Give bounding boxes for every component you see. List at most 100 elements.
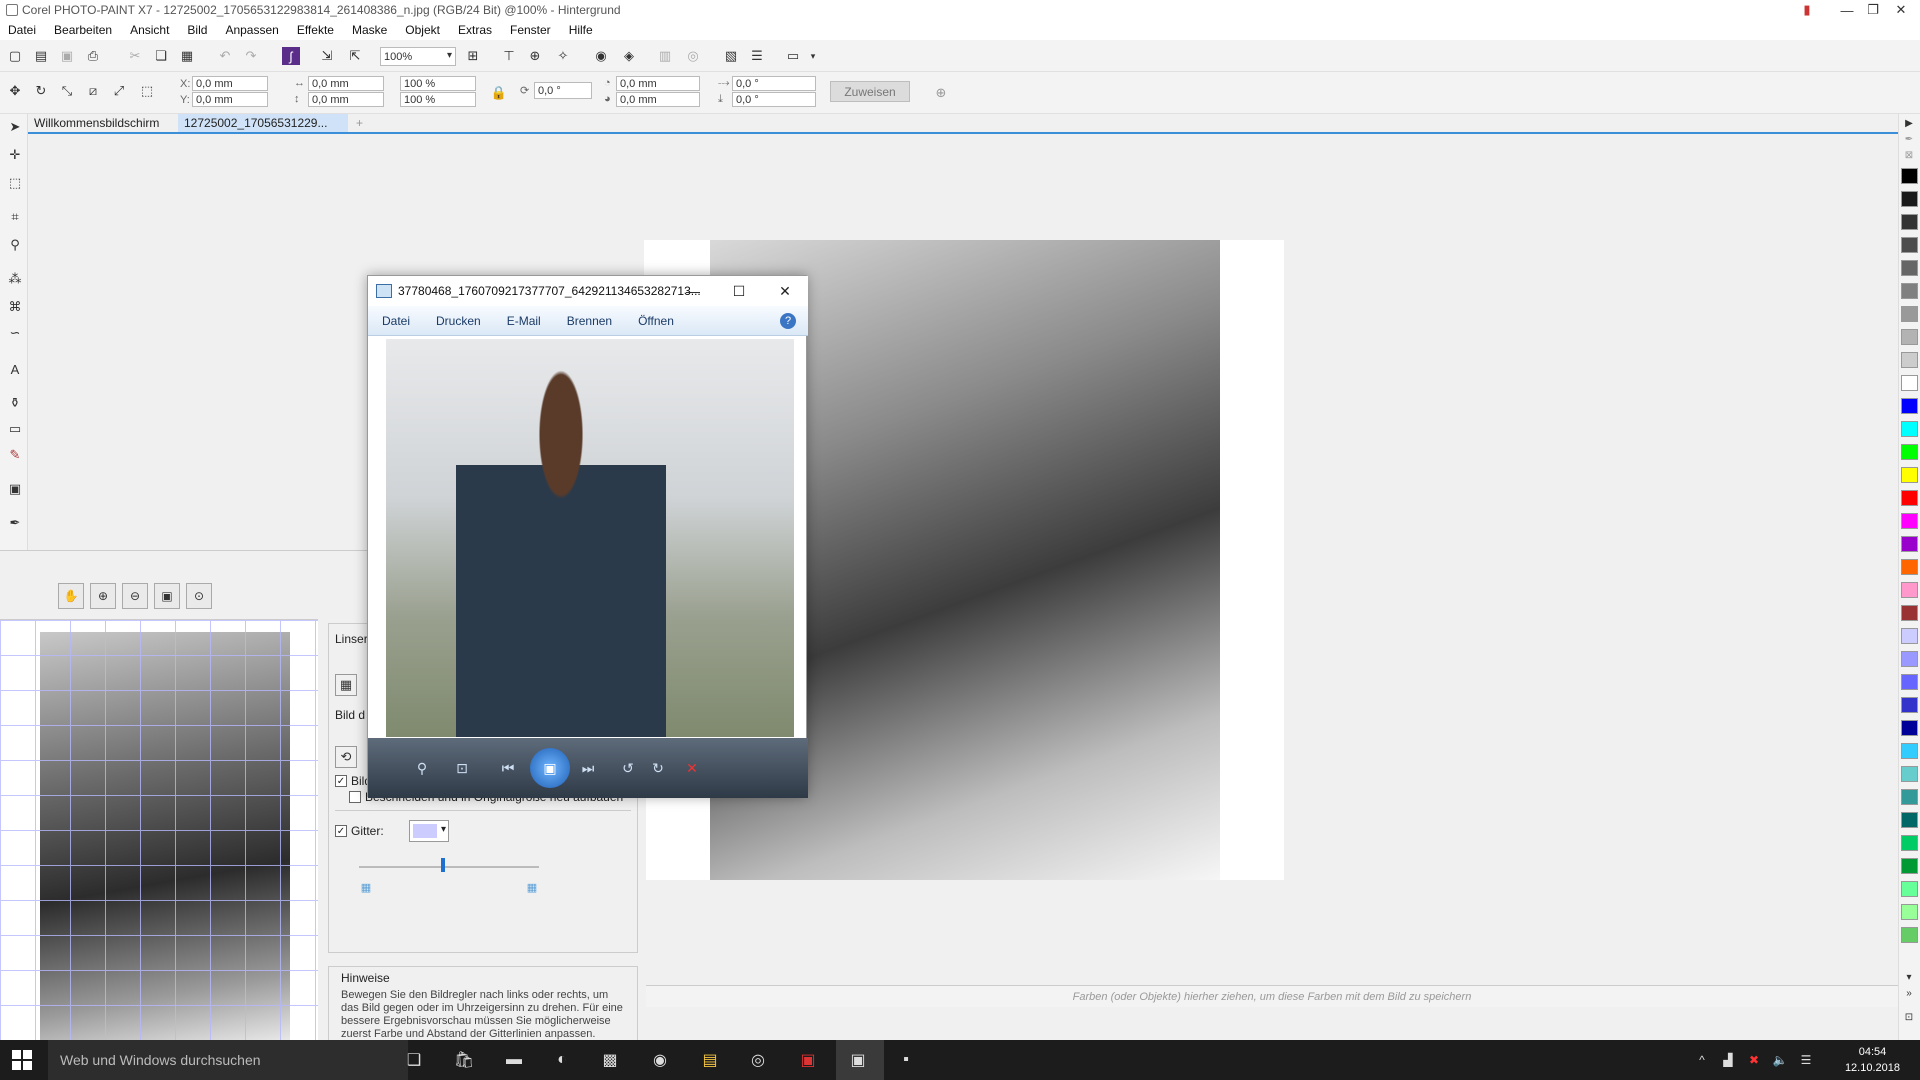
zoom-out-icon[interactable]: ⊖ <box>122 583 148 609</box>
palette-swatch[interactable] <box>1901 283 1918 299</box>
close-button[interactable]: ✕ <box>1888 0 1914 20</box>
rotation-field[interactable]: 0,0 ° <box>534 82 592 99</box>
copy-icon[interactable]: ❏ <box>152 47 170 65</box>
skew-mode-icon[interactable]: ⧄ <box>84 82 102 100</box>
zoom-in-icon[interactable]: ⊕ <box>90 583 116 609</box>
redeye-tool-icon[interactable]: ⁂ <box>6 270 24 288</box>
image-sprayer-icon[interactable]: ▧ <box>722 47 740 65</box>
fit-view-icon[interactable]: ⊞ <box>464 47 482 65</box>
palette-swatch[interactable] <box>1901 444 1918 460</box>
photo-viewer-taskbar-icon[interactable]: ▣ <box>846 1048 870 1072</box>
tab-welcome[interactable]: Willkommensbildschirm <box>28 114 178 132</box>
distort-mode-icon[interactable]: ⤢ <box>110 82 128 100</box>
scale-mode-icon[interactable]: ⤡ <box>58 82 76 100</box>
guidelines-icon[interactable]: ⊕ <box>526 47 544 65</box>
position-mode-icon[interactable]: ✥ <box>6 82 24 100</box>
fill-tool-icon[interactable]: ⚱ <box>6 394 24 412</box>
palette-swatch[interactable] <box>1901 559 1918 575</box>
grid-color-picker[interactable]: ▾ <box>409 820 449 842</box>
photo-app-icon[interactable]: ▩ <box>598 1048 622 1072</box>
network-icon[interactable]: ▟ <box>1716 1048 1740 1072</box>
export-icon[interactable]: ⇱ <box>346 47 364 65</box>
palette-eyedropper-icon[interactable]: ✒ <box>1901 132 1917 146</box>
palette-swatch[interactable] <box>1901 789 1918 805</box>
palette-menu-icon[interactable]: ▶ <box>1901 116 1917 130</box>
rulers-icon[interactable]: ⊤ <box>500 47 518 65</box>
color-app-icon[interactable]: ◐ <box>550 1048 574 1072</box>
fit-icon[interactable]: ▣ <box>154 583 180 609</box>
perspective-mode-icon[interactable]: ⬚ <box>138 82 156 100</box>
photo-viewer-window[interactable]: 37780468_1760709217377707_64292113465328… <box>367 275 808 798</box>
palette-swatch[interactable] <box>1901 421 1918 437</box>
menu-datei[interactable]: Datei <box>8 23 36 37</box>
grid-checkbox[interactable]: ✓ Gitter: <box>335 824 384 838</box>
restore-button[interactable]: ❐ <box>1860 0 1886 20</box>
lens-icon[interactable]: ◎ <box>684 47 702 65</box>
corel-connect-icon[interactable]: ʃ <box>282 47 300 65</box>
palette-swatch[interactable] <box>1901 743 1918 759</box>
undo-icon[interactable]: ↶ <box>216 47 234 65</box>
minimize-button[interactable]: — <box>1834 0 1860 20</box>
rotate-left-icon[interactable]: ↺ <box>614 756 642 780</box>
notification-alert-icon[interactable]: ✖ <box>1742 1048 1766 1072</box>
help-icon[interactable]: ? <box>780 313 796 329</box>
save-icon[interactable]: ▣ <box>58 47 76 65</box>
import-icon[interactable]: ⇲ <box>318 47 336 65</box>
user-icon[interactable]: ▮ <box>1794 0 1820 20</box>
new-tab-icon[interactable]: + <box>350 114 372 132</box>
taskbar-clock[interactable]: 04:54 12.10.2018 <box>1845 1044 1900 1076</box>
slider-thumb[interactable] <box>441 858 445 872</box>
palette-swatch[interactable] <box>1901 858 1918 874</box>
viewer-menu-email[interactable]: E-Mail <box>507 314 541 328</box>
action-center-icon[interactable]: ☰ <box>1794 1048 1818 1072</box>
menu-bild[interactable]: Bild <box>187 23 207 37</box>
menu-maske[interactable]: Maske <box>352 23 387 37</box>
preview-pane[interactable] <box>0 619 318 1041</box>
palette-swatch[interactable] <box>1901 352 1918 368</box>
palette-swatch[interactable] <box>1901 260 1918 276</box>
paint-tool-icon[interactable]: ✎ <box>6 446 24 464</box>
grid-spacing-slider[interactable] <box>359 866 539 868</box>
palette-swatch[interactable] <box>1901 168 1918 184</box>
text-tool-icon[interactable]: A <box>6 360 24 378</box>
rectangle-mask-tool-icon[interactable]: ⬚ <box>6 174 24 192</box>
center-y-field[interactable]: 0,0 mm <box>616 92 700 107</box>
width-field[interactable]: 0,0 mm <box>308 76 384 91</box>
palette-swatch[interactable] <box>1901 306 1918 322</box>
zoom-tool-icon[interactable]: ⚲ <box>6 236 24 254</box>
pick-tool-icon[interactable]: ➤ <box>6 118 24 136</box>
redo-icon[interactable]: ↷ <box>242 47 260 65</box>
palette-swatch[interactable] <box>1901 812 1918 828</box>
skew-y-field[interactable]: 0,0 ° <box>732 92 816 107</box>
object-marquee-icon[interactable]: ▥ <box>656 47 674 65</box>
options-dropdown-icon[interactable]: ▾ <box>804 47 822 65</box>
palette-swatch[interactable] <box>1901 536 1918 552</box>
palette-scroll-down-icon[interactable]: ▾ <box>1901 970 1917 984</box>
palette-swatch[interactable] <box>1901 490 1918 506</box>
center-x-field[interactable]: 0,0 mm <box>616 76 700 91</box>
zoom-icon[interactable]: ⚲ <box>408 756 436 780</box>
task-view-icon[interactable]: ❑ <box>402 1048 426 1072</box>
x-position-field[interactable]: 0,0 mm <box>192 76 268 91</box>
color-manage-icon[interactable]: ☰ <box>748 47 766 65</box>
palette-swatch[interactable] <box>1901 582 1918 598</box>
taskbar-search[interactable]: Web und Windows durchsuchen <box>48 1040 408 1080</box>
palette-settings-icon[interactable]: ⊡ <box>1901 1010 1917 1024</box>
app-icon-2[interactable]: ▪ <box>894 1048 918 1072</box>
rotate-mode-icon[interactable]: ↻ <box>32 82 50 100</box>
menu-fenster[interactable]: Fenster <box>510 23 551 37</box>
actual-size-icon[interactable]: ⊙ <box>186 583 212 609</box>
store-icon[interactable]: 🛍 <box>452 1048 476 1072</box>
previous-icon[interactable]: ⏮ <box>494 756 522 780</box>
palette-swatch[interactable] <box>1901 513 1918 529</box>
options-icon[interactable]: ▭ <box>784 47 802 65</box>
palette-swatch[interactable] <box>1901 927 1918 943</box>
menu-effekte[interactable]: Effekte <box>297 23 334 37</box>
scale-y-field[interactable]: 100 % <box>400 92 476 107</box>
palette-swatch[interactable] <box>1901 651 1918 667</box>
chrome-icon[interactable]: ◉ <box>648 1048 672 1072</box>
delete-icon[interactable]: ✕ <box>678 756 706 780</box>
menu-anpassen[interactable]: Anpassen <box>225 23 278 37</box>
new-document-icon[interactable]: ▢ <box>6 47 24 65</box>
palette-swatch[interactable] <box>1901 605 1918 621</box>
